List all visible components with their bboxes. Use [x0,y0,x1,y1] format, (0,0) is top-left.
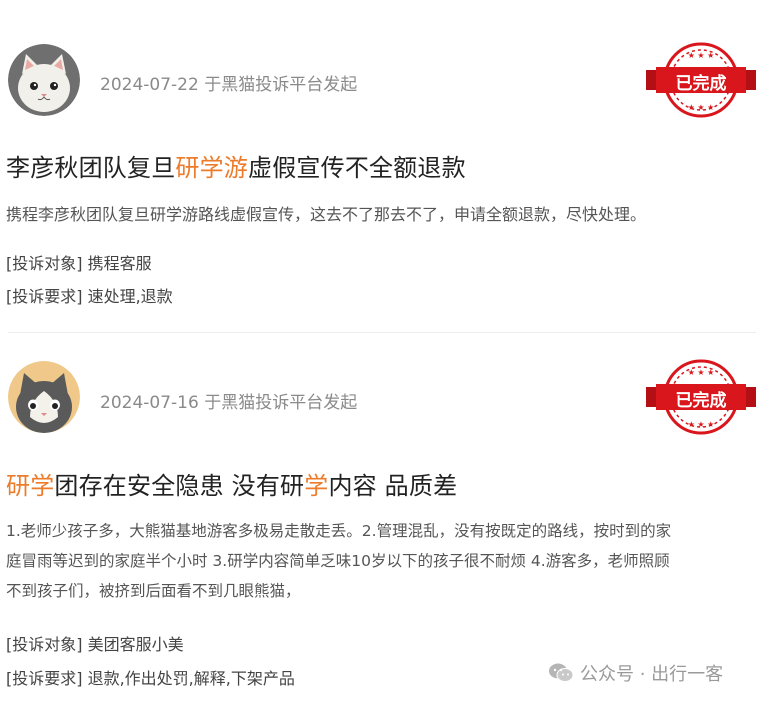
complaint-title[interactable]: 研学团存在安全隐患 没有研学内容 品质差 [6,466,457,501]
complaint-description: 1.老师少孩子多，大熊猫基地游客多极易走散走丢。2.管理混乱，没有按既定的路线，… [6,516,758,606]
avatar [8,361,80,433]
status-badge: ★ ★ ★ ★ ★ ★ 已完成 [646,357,756,437]
request-label: [投诉要求] [6,669,83,688]
title-text: 内容 品质差 [328,472,458,500]
title-text: 李彦秋团队复旦 [6,154,176,182]
status-badge: ★ ★ ★ ★ ★ ★ 已完成 [646,40,756,120]
complaint-meta: 2024-07-22 于黑猫投诉平台发起 [100,70,357,95]
complaint-card[interactable]: 2024-07-16 于黑猫投诉平台发起 ★ ★ ★ ★ ★ ★ 已完成 研学团… [0,333,780,704]
wechat-icon [548,662,574,689]
title-text: 团存在安全隐患 没有研 [54,472,305,500]
complaint-source: 于黑猫投诉平台发起 [204,393,358,413]
cat-avatar-icon [8,44,80,116]
complaint-request: [投诉要求] 速处理,退款 [6,283,173,307]
title-text: 虚假宣传不全额退款 [248,154,466,182]
watermark-text: 公众号 · 出行一客 [580,664,724,685]
title-highlight: 研学 [6,472,55,500]
target-value: 携程客服 [87,254,152,273]
complaint-request: [投诉要求] 退款,作出处罚,解释,下架产品 [6,665,295,689]
complaint-card[interactable]: 2024-07-22 于黑猫投诉平台发起 ★ ★ ★ ★ ★ ★ 已完成 李彦秋… [0,0,780,332]
request-value: 速处理,退款 [87,287,173,306]
avatar [8,44,80,116]
svg-text:★ ★ ★: ★ ★ ★ [688,368,715,377]
target-label: [投诉对象] [6,635,83,654]
complaint-description: 携程李彦秋团队复旦研学游路线虚假宣传，这去不了那去不了，申请全额退款，尽快处理。 [6,205,647,224]
svg-text:★ ★ ★: ★ ★ ★ [688,103,715,112]
complaint-target: [投诉对象] 携程客服 [6,250,152,274]
description-line: 1.老师少孩子多，大熊猫基地游客多极易走散走丢。2.管理混乱，没有按既定的路线，… [6,522,672,540]
complaint-date: 2024-07-16 [100,393,199,413]
description-line: 不到孩子们，被挤到后面看不到几眼熊猫， [6,582,301,600]
complaint-meta: 2024-07-16 于黑猫投诉平台发起 [100,388,357,413]
request-label: [投诉要求] [6,287,83,306]
title-highlight: 学 [304,472,329,500]
target-label: [投诉对象] [6,254,83,273]
svg-text:★ ★ ★: ★ ★ ★ [688,51,715,60]
description-line: 庭冒雨等迟到的家庭半个小时 3.研学内容简单乏味10岁以下的孩子很不耐烦 4.游… [6,552,670,570]
complaint-target: [投诉对象] 美团客服小美 [6,631,184,655]
complaint-date: 2024-07-22 [100,75,199,95]
watermark: 公众号 · 出行一客 [548,660,723,689]
complaint-source: 于黑猫投诉平台发起 [204,75,358,95]
svg-text:★ ★ ★: ★ ★ ★ [688,420,715,429]
status-label: 已完成 [675,74,727,94]
title-highlight: 研学游 [175,154,249,182]
complaint-title[interactable]: 李彦秋团队复旦研学游虚假宣传不全额退款 [6,148,466,183]
target-value: 美团客服小美 [87,635,184,654]
cat-avatar-icon [8,361,80,433]
request-value: 退款,作出处罚,解释,下架产品 [87,669,295,688]
status-label: 已完成 [675,391,727,411]
